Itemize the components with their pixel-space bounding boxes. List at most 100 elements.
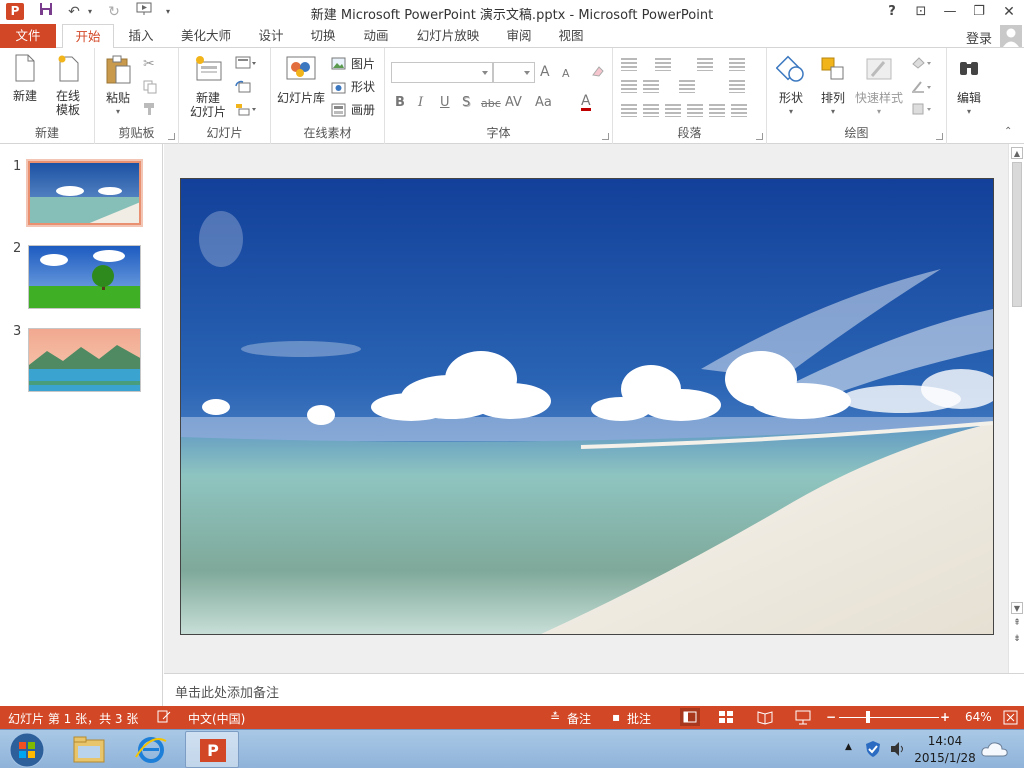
bullets-icon[interactable] [621, 58, 637, 71]
slide-library-button[interactable]: 幻灯片库 [275, 54, 327, 105]
start-slideshow-icon[interactable] [134, 2, 154, 22]
format-painter-icon[interactable] [143, 102, 157, 119]
normal-view-button[interactable] [680, 708, 700, 726]
album-button[interactable]: 画册 [331, 100, 375, 120]
zoom-in-button[interactable]: + [940, 710, 950, 724]
editing-dropdown-icon[interactable]: ▾ [951, 105, 987, 119]
online-template-button[interactable]: 在线 模板 [48, 54, 88, 117]
previous-slide-icon[interactable]: ⇞ [1011, 618, 1023, 628]
font-size-combobox[interactable] [493, 62, 535, 83]
tab-view[interactable]: 视图 [550, 24, 592, 48]
zoom-slider-track[interactable] [839, 717, 939, 718]
quick-styles-dropdown-icon[interactable]: ▾ [853, 105, 905, 119]
grow-font-button[interactable]: A [540, 64, 550, 80]
clock-date[interactable]: 2015/1/28 [908, 751, 982, 765]
scroll-up-arrow-icon[interactable]: ▲ [1011, 147, 1023, 159]
layout-icon[interactable] [235, 56, 257, 73]
strikethrough-button[interactable]: abc [481, 97, 501, 110]
align-left-icon[interactable] [621, 104, 637, 117]
redo-icon[interactable]: ↻ [104, 2, 124, 22]
scroll-down-arrow-icon[interactable]: ▼ [1011, 602, 1023, 614]
tab-beautify[interactable]: 美化大师 [174, 24, 238, 48]
minimize-button[interactable]: — [939, 2, 961, 22]
tab-animations[interactable]: 动画 [355, 24, 397, 48]
zoom-out-button[interactable]: − [826, 710, 836, 724]
slide-sorter-view-button[interactable] [718, 709, 734, 728]
slideshow-view-button[interactable] [794, 709, 812, 728]
copy-icon[interactable] [143, 80, 157, 97]
language-status[interactable]: 中文(中国) [188, 710, 245, 727]
shape-fill-icon[interactable] [911, 56, 933, 73]
section-icon[interactable] [235, 102, 257, 119]
tab-review[interactable]: 审阅 [498, 24, 540, 48]
tab-home[interactable]: 开始 [62, 24, 114, 49]
clock-time[interactable]: 14:04 [912, 734, 978, 748]
shrink-font-button[interactable]: A [562, 67, 570, 80]
start-button[interactable] [8, 731, 46, 768]
comments-toggle-icon[interactable]: ▪ [612, 710, 620, 724]
new-slide-button[interactable]: 新建 幻灯片 [185, 54, 231, 119]
distributed-icon[interactable] [709, 104, 725, 117]
security-shield-icon[interactable] [865, 740, 881, 761]
spell-check-icon[interactable] [157, 710, 171, 726]
paste-button[interactable]: 粘贴 ▾ [101, 54, 135, 119]
quick-styles-button[interactable]: 快速样式 ▾ [853, 54, 905, 119]
save-icon[interactable] [36, 2, 56, 22]
picture-button[interactable]: 图片 [331, 54, 375, 74]
tab-insert[interactable]: 插入 [120, 24, 162, 48]
next-slide-icon[interactable]: ⇟ [1011, 634, 1023, 644]
numbering-icon[interactable] [655, 58, 671, 71]
onedrive-cloud-icon[interactable] [980, 738, 1010, 763]
clipboard-dialog-launcher[interactable] [168, 133, 175, 140]
shape-outline-icon[interactable] [911, 80, 933, 97]
notes-toggle-icon[interactable]: ≛ [550, 710, 560, 724]
login-link[interactable]: 登录 [966, 28, 992, 47]
slide-thumbnail-beach[interactable] [26, 159, 143, 227]
powerpoint-app-icon[interactable]: P [6, 3, 24, 20]
shape-effects-icon[interactable] [911, 102, 933, 119]
notes-toggle-label[interactable]: 备注 [567, 710, 591, 727]
tab-design[interactable]: 设计 [250, 24, 292, 48]
decrease-indent-icon[interactable] [621, 80, 637, 93]
underline-button[interactable]: U [440, 95, 450, 110]
shapes-button[interactable]: 形状 ▾ [773, 54, 809, 119]
justify-icon[interactable] [687, 104, 703, 117]
cut-icon[interactable]: ✂ [143, 56, 155, 72]
zoom-level[interactable]: 64% [965, 710, 992, 724]
align-text-icon[interactable] [729, 80, 745, 93]
reset-icon[interactable] [235, 80, 251, 97]
align-center-icon[interactable] [643, 104, 659, 117]
tab-slideshow[interactable]: 幻灯片放映 [410, 24, 486, 48]
clear-formatting-icon[interactable] [590, 63, 606, 82]
show-hidden-icons-icon[interactable]: ▲ [845, 742, 852, 752]
notes-pane[interactable]: 单击此处添加备注 [164, 673, 1024, 706]
zoom-slider-thumb[interactable] [866, 711, 870, 723]
font-color-button[interactable]: A [581, 94, 591, 111]
drawing-dialog-launcher[interactable] [936, 133, 943, 140]
restore-button[interactable]: ❐ [968, 2, 990, 22]
vertical-scrollbar[interactable]: ▲ ▼ ⇞ ⇟ [1008, 144, 1024, 673]
font-name-combobox[interactable] [391, 62, 493, 83]
line-spacing-icon[interactable] [697, 58, 713, 71]
character-spacing-button[interactable]: AV [505, 95, 522, 110]
convert-to-smartart-icon[interactable] [731, 104, 747, 117]
internet-explorer-taskbar-icon[interactable] [124, 731, 178, 768]
text-direction-icon[interactable] [679, 80, 695, 93]
editing-button[interactable]: 编辑 ▾ [951, 54, 987, 119]
collapse-ribbon-icon[interactable]: ⌃ [1004, 126, 1012, 137]
font-dialog-launcher[interactable] [602, 133, 609, 140]
text-shadow-button[interactable]: S [462, 95, 470, 110]
customize-qat-icon[interactable]: ▾ [158, 2, 178, 22]
arrange-dropdown-icon[interactable]: ▾ [815, 105, 851, 119]
scroll-thumb[interactable] [1012, 162, 1022, 307]
help-button[interactable]: ? [881, 2, 903, 22]
current-slide[interactable] [180, 178, 994, 635]
slide-thumbnail-tree[interactable] [28, 245, 141, 309]
columns-icon[interactable] [729, 58, 745, 71]
tab-transitions[interactable]: 切换 [302, 24, 344, 48]
change-case-button[interactable]: Aa [535, 95, 552, 110]
bold-button[interactable]: B [395, 95, 405, 110]
increase-indent-icon[interactable] [643, 80, 659, 93]
avatar[interactable] [1000, 25, 1022, 47]
arrange-button[interactable]: 排列 ▾ [815, 54, 851, 119]
